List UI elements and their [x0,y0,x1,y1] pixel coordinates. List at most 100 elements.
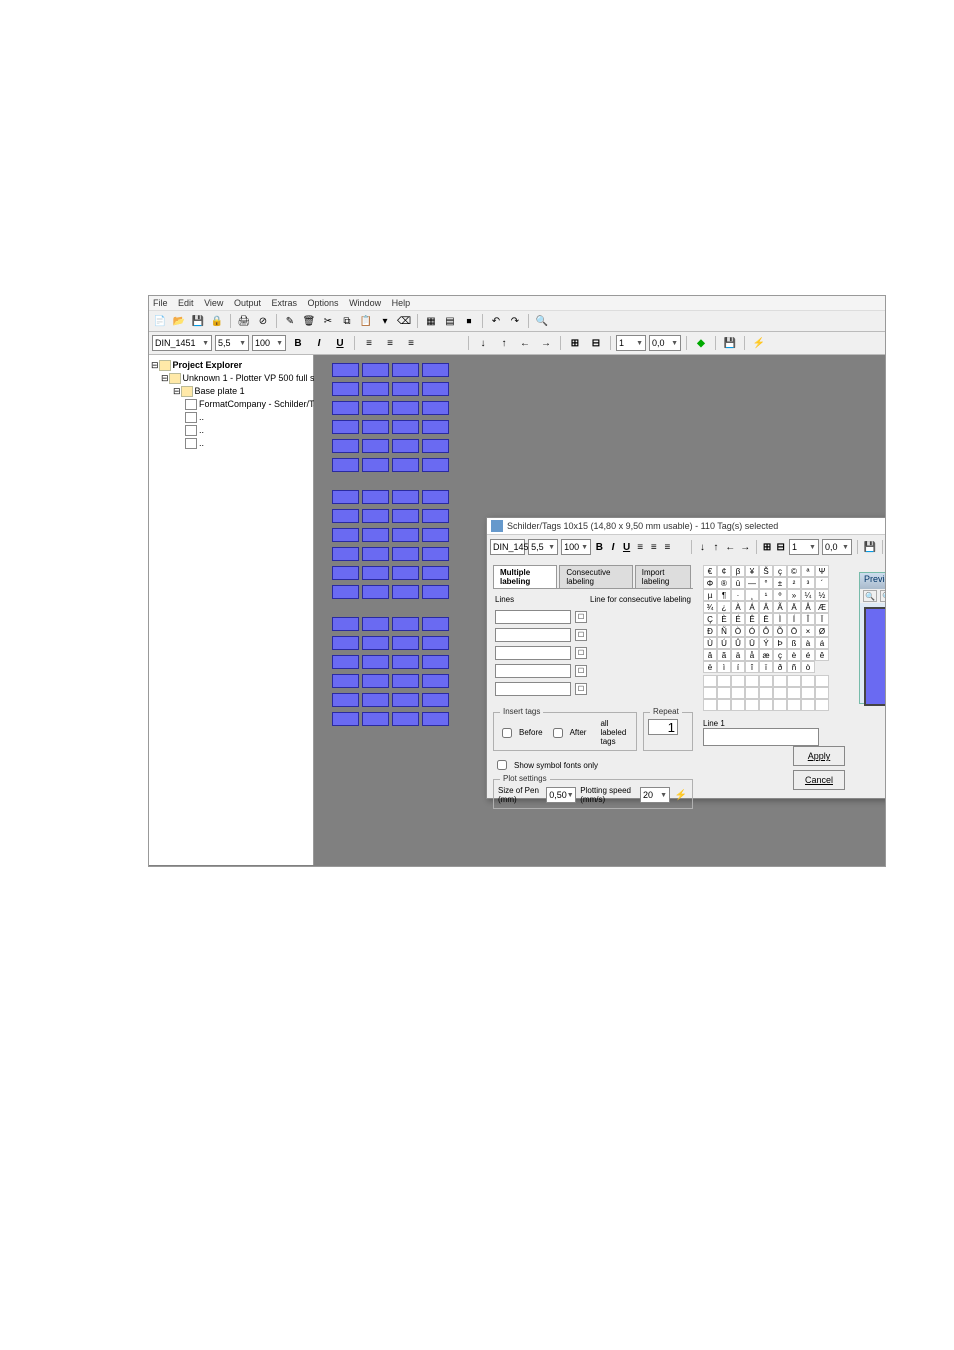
char-cell[interactable]: Ê [745,613,759,625]
tag[interactable] [422,674,449,688]
tag[interactable] [332,490,359,504]
scale-combo[interactable]: 100▼ [252,335,286,351]
italic-button[interactable]: I [310,334,328,352]
tag[interactable] [422,458,449,472]
char-cell[interactable]: Ö [787,625,801,637]
print-icon[interactable]: 🖨 [236,313,252,329]
tag[interactable] [362,382,389,396]
char-cell-empty[interactable] [801,699,815,711]
lock-4[interactable]: ☐ [575,665,587,677]
line-input-4[interactable] [495,664,571,678]
tag[interactable] [392,509,419,523]
lock-icon[interactable]: 🔒 [209,313,225,329]
tag[interactable] [332,617,359,631]
line-input-3[interactable] [495,646,571,660]
tag[interactable] [332,509,359,523]
open-icon[interactable]: 📂 [171,313,187,329]
char-cell[interactable]: ª [801,565,815,577]
char-cell-empty[interactable] [731,687,745,699]
tag[interactable] [422,617,449,631]
close-icon[interactable]: ✕ [885,519,886,533]
tag[interactable] [332,401,359,415]
tag[interactable] [332,585,359,599]
char-cell[interactable]: ½ [815,589,829,601]
menu-window[interactable]: Window [349,298,381,308]
tag[interactable] [332,382,359,396]
symbolfonts-check[interactable] [497,760,507,770]
char-cell[interactable]: ¾ [703,601,717,613]
green-icon[interactable]: ◆ [692,334,710,352]
new-icon[interactable]: 📄 [152,313,168,329]
char-cell[interactable]: ¢ [717,565,731,577]
pen-combo[interactable]: 0,50▼ [546,787,576,803]
dlg-m2[interactable]: ⊟ [775,538,786,556]
tag[interactable] [392,490,419,504]
char-cell[interactable]: Ô [759,625,773,637]
paste-icon[interactable]: 📋 [358,313,374,329]
char-cell[interactable]: Ú [717,637,731,649]
dlg-scale-combo[interactable]: 100▼ [561,539,591,555]
arrow-down-icon[interactable]: ↓ [474,334,492,352]
dlg-arr-r[interactable]: → [739,538,751,556]
menu-output[interactable]: Output [234,298,261,308]
char-cell[interactable]: á [815,637,829,649]
char-cell-empty[interactable] [745,699,759,711]
char-cell[interactable]: º [773,589,787,601]
line-input-2[interactable] [495,628,571,642]
tag[interactable] [362,585,389,599]
char-cell[interactable]: Ë [759,613,773,625]
tag[interactable] [362,401,389,415]
char-cell[interactable]: ß [787,637,801,649]
char-cell[interactable]: ë [703,661,717,673]
tag[interactable] [332,420,359,434]
align-left-icon[interactable]: ≡ [360,334,378,352]
char-cell[interactable]: É [731,613,745,625]
dlg-arr-d[interactable]: ↓ [697,538,708,556]
zoom-out-icon[interactable]: 🔍 [880,590,886,602]
menu-extras[interactable]: Extras [271,298,297,308]
char-cell-empty[interactable] [773,699,787,711]
forbid-icon[interactable]: ⊘ [255,313,271,329]
char-cell-empty[interactable] [759,687,773,699]
lock-2[interactable]: ☐ [575,629,587,641]
dlg-align-l[interactable]: ≡ [635,538,646,556]
tag[interactable] [422,401,449,415]
tab-import[interactable]: Import labeling [635,565,691,588]
tree-empty1[interactable]: .. [199,412,204,422]
tag[interactable] [362,528,389,542]
char-cell[interactable]: ¿ [717,601,731,613]
char-cell-empty[interactable] [703,675,717,687]
dlg-arr-u[interactable]: ↑ [711,538,722,556]
redo-icon[interactable]: ↷ [507,313,523,329]
tag[interactable] [392,528,419,542]
tag[interactable] [422,490,449,504]
char-cell[interactable]: î [745,661,759,673]
char-cell-empty[interactable] [759,699,773,711]
char-cell-empty[interactable] [787,699,801,711]
char-cell-empty[interactable] [731,675,745,687]
char-cell-empty[interactable] [801,687,815,699]
tag[interactable] [362,420,389,434]
tag[interactable] [392,547,419,561]
dlg-bold[interactable]: B [594,538,605,556]
char-cell[interactable]: ç [773,565,787,577]
tag[interactable] [392,363,419,377]
char-cell[interactable]: â [703,649,717,661]
char-cell[interactable]: Ï [815,613,829,625]
dlg-line-combo[interactable]: 1▼ [789,539,819,555]
tag[interactable] [392,585,419,599]
dlg-underline[interactable]: U [621,538,632,556]
tree-baseplate[interactable]: Base plate 1 [195,386,245,396]
tag[interactable] [422,439,449,453]
dlg-arr-l[interactable]: ← [724,538,736,556]
tag[interactable] [332,547,359,561]
char-cell-empty[interactable] [801,675,815,687]
cut-icon[interactable]: ✂ [320,313,336,329]
char-cell[interactable]: µ [703,589,717,601]
tag[interactable] [422,382,449,396]
char-cell-empty[interactable] [717,675,731,687]
char-cell[interactable]: Ø [815,625,829,637]
tag[interactable] [362,712,389,726]
char-cell[interactable]: Ã [773,601,787,613]
arrow-left-icon[interactable]: ← [516,334,534,352]
